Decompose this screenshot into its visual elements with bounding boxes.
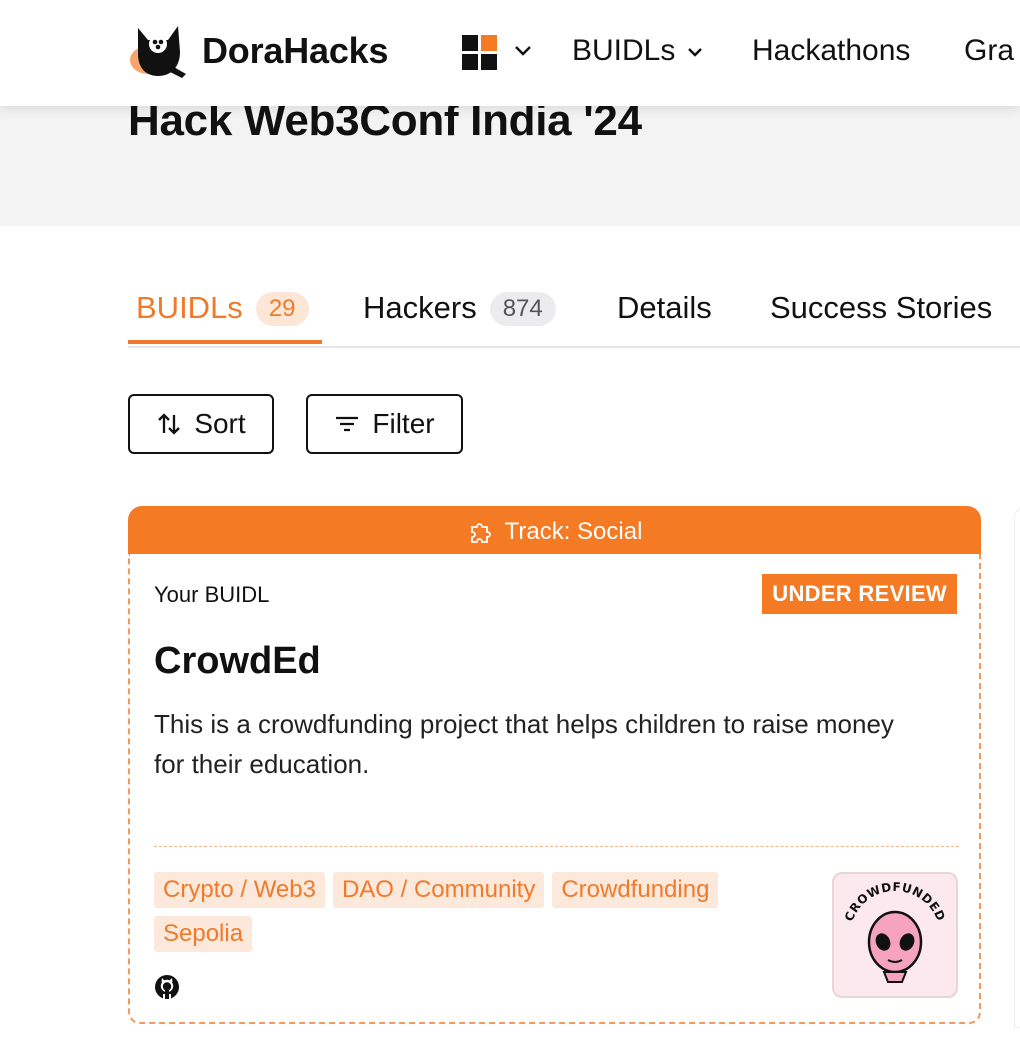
next-card-edge [1014,506,1020,1028]
tab-buidls[interactable]: BUIDLs 29 [136,290,309,344]
tab-success-stories[interactable]: Success Stories [770,290,992,344]
card-owner-label: Your BUIDL [154,582,270,607]
tab-hackers[interactable]: Hackers 874 [363,290,556,344]
filter-lines-icon [336,416,359,432]
tab-buidls-count: 29 [255,292,309,326]
nav-buidls[interactable]: BUIDLs [572,34,706,68]
tab-buidls-label: BUIDLs [136,290,243,325]
tag[interactable]: Sepolia [154,916,253,952]
tag[interactable]: Crypto / Web3 [154,872,325,908]
sort-button[interactable]: Sort [128,394,274,454]
card-divider [154,846,959,847]
nav-hackathons[interactable]: Hackathons [752,34,910,68]
nav-buidls-label: BUIDLs [572,34,676,67]
tab-hackers-label: Hackers [363,290,477,325]
dorahacks-logo-icon[interactable] [128,22,190,80]
project-thumbnail[interactable]: CROWDFUNDED [832,872,958,998]
tab-details-label: Details [617,290,712,325]
filter-button[interactable]: Filter [306,394,463,454]
active-tab-indicator [128,340,322,344]
sort-label: Sort [194,408,246,439]
brand-name[interactable]: DoraHacks [202,30,389,72]
project-title[interactable]: CrowdEd [154,640,321,683]
apps-menu-button[interactable] [461,33,541,73]
grid-apps-icon [462,35,531,70]
tab-success-stories-label: Success Stories [770,290,993,325]
project-description: This is a crowdfunding project that help… [154,709,894,779]
card-track-header: Track: Social [128,506,981,558]
top-navigation: DoraHacks BUIDLs Hackathons Gra [0,0,1020,106]
tag-list: Crypto / Web3 DAO / Community Crowdfundi… [154,872,794,952]
tab-details[interactable]: Details [617,290,712,344]
tag[interactable]: DAO / Community [332,872,545,908]
tag[interactable]: Crowdfunding [552,872,719,908]
alien-logo-image: CROWDFUNDED [842,880,948,983]
github-icon[interactable] [154,974,180,1000]
puzzle-piece-icon [470,523,491,543]
nav-grants[interactable]: Gra [964,34,1014,68]
sort-arrows-icon [158,413,181,435]
filter-label: Filter [372,408,435,439]
tab-hackers-count: 874 [489,292,556,326]
chevron-down-icon [687,48,702,57]
card-track-label: Track: Social [504,518,643,545]
buidl-card[interactable]: Your BUIDL UNDER REVIEW CrowdEd This is … [128,554,981,1024]
status-badge: UNDER REVIEW [762,574,957,614]
hackathon-tabs: BUIDLs 29 Hackers 874 Details Success St… [128,290,1020,348]
